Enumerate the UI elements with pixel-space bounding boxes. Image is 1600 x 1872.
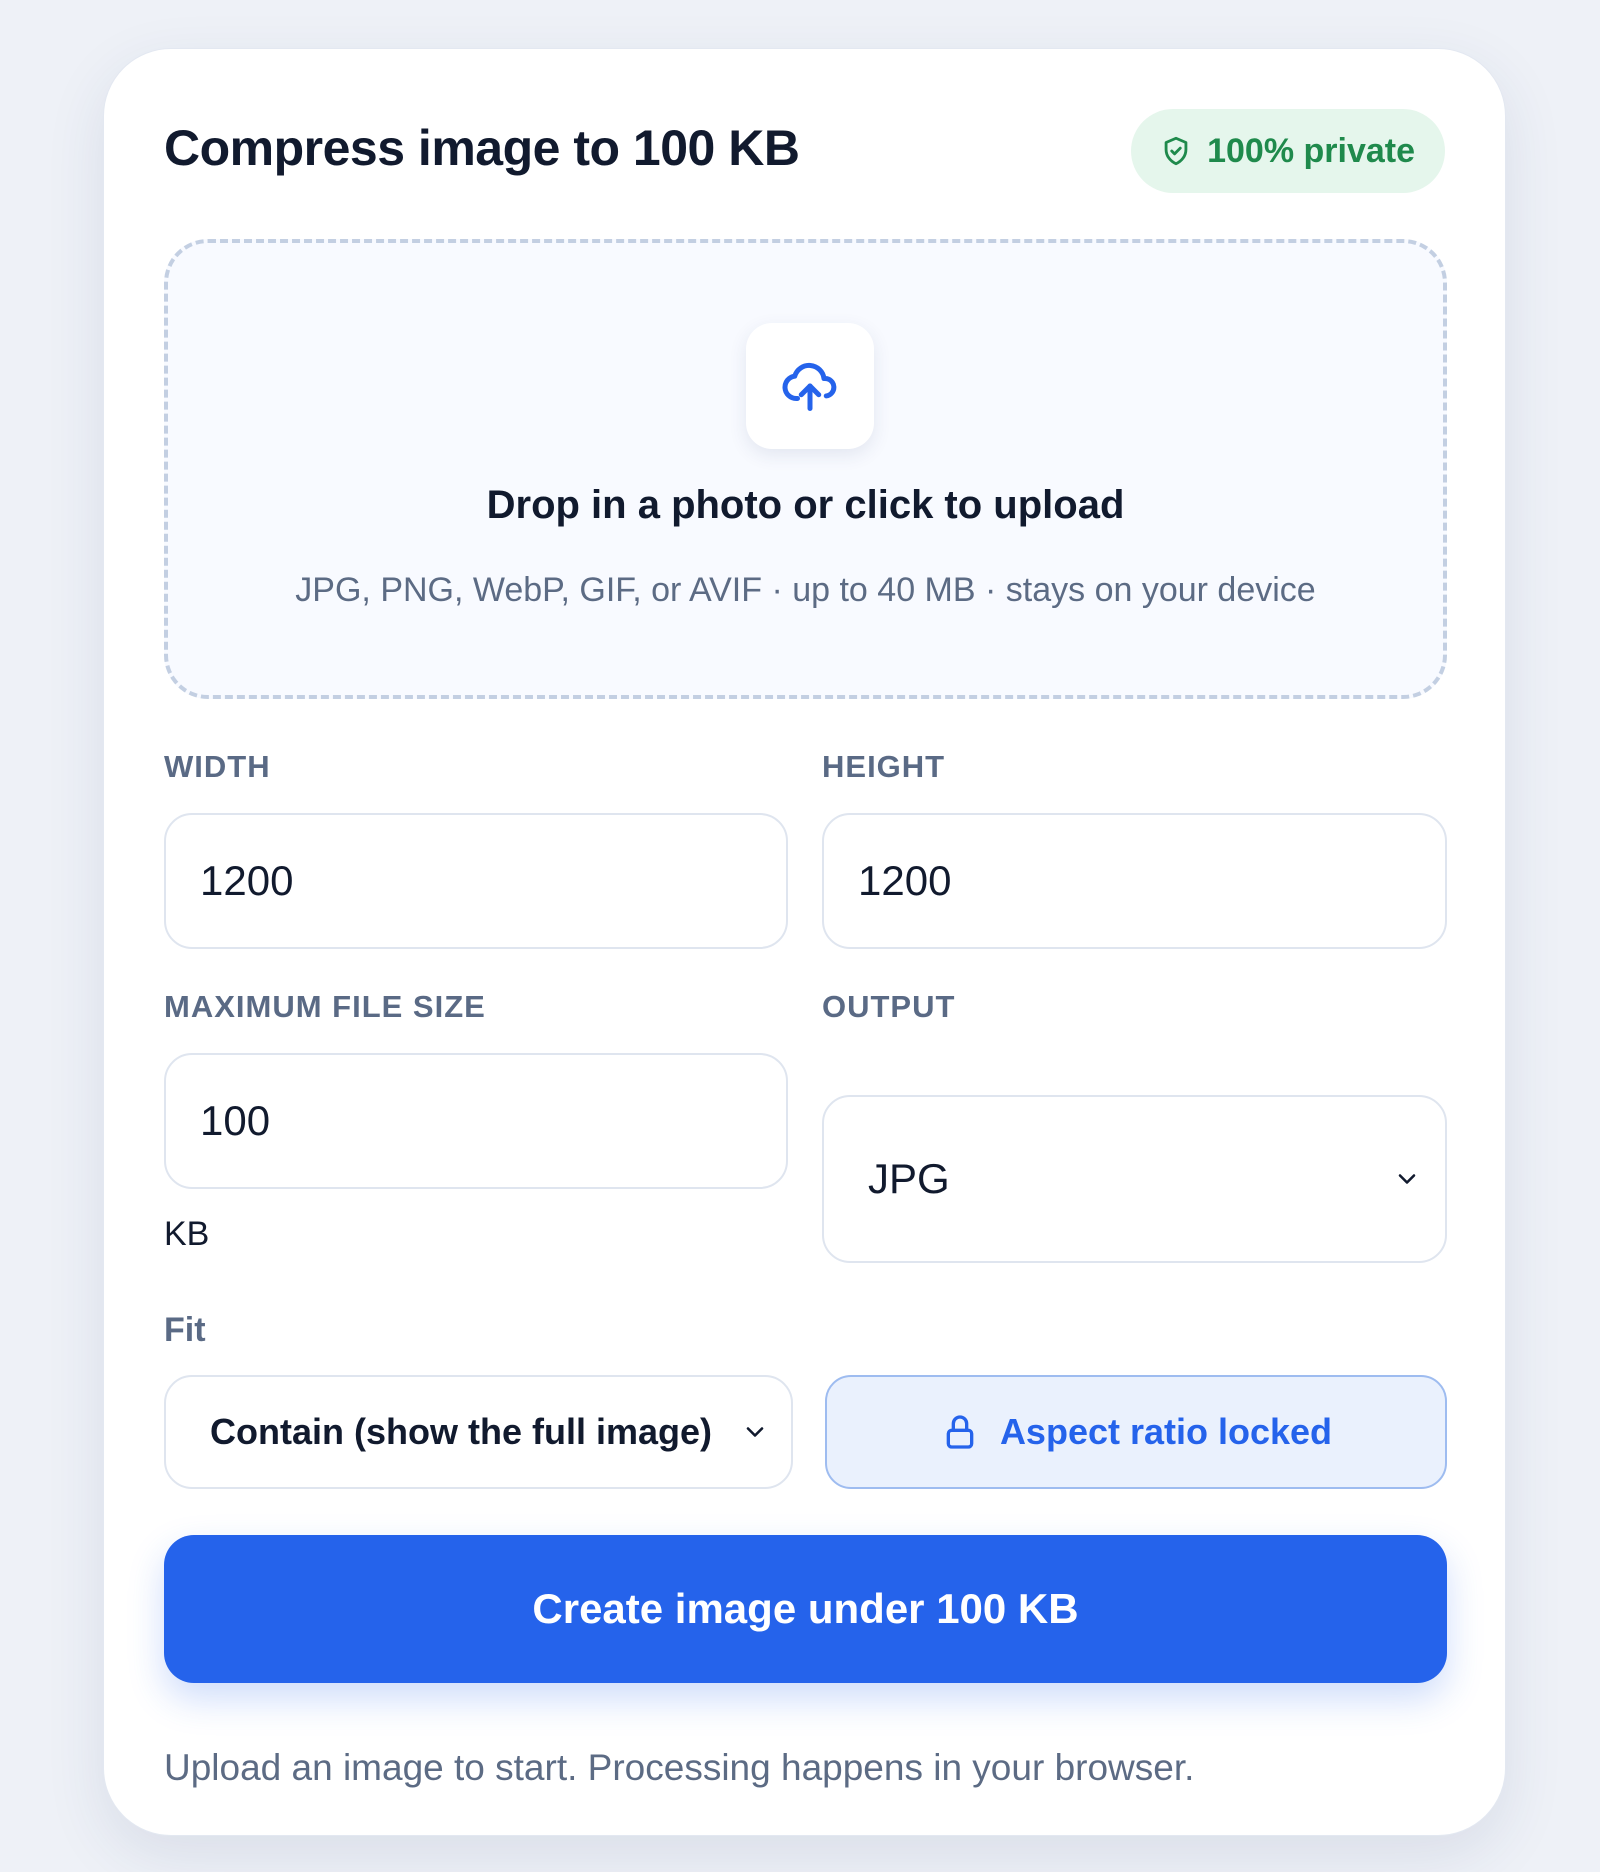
chevron-down-icon [1398,1174,1416,1184]
dropzone-title: Drop in a photo or click to upload [486,483,1125,527]
max-size-label: MAXIMUM FILE SIZE [164,989,486,1024]
max-size-input[interactable]: 100 [164,1053,788,1189]
width-value: 1200 [200,857,294,904]
max-size-value: 100 [200,1097,271,1144]
fit-label: Fit [164,1311,206,1349]
height-value: 1200 [858,857,952,904]
output-select[interactable]: JPG [822,1095,1447,1263]
chevron-down-icon [746,1427,764,1437]
create-image-button[interactable]: Create image under 100 KB [164,1535,1447,1683]
max-size-unit: KB [164,1215,210,1253]
fit-select[interactable]: Contain (show the full image) [164,1375,793,1489]
width-label: WIDTH [164,749,271,784]
shield-check-icon [1164,136,1188,166]
output-value: JPG [868,1155,950,1202]
output-label: OUTPUT [822,989,956,1024]
upload-dropzone[interactable]: Drop in a photo or click to upload JPG, … [164,239,1447,699]
fit-value: Contain (show the full image) [210,1411,712,1452]
dropzone-subtitle: JPG, PNG, WebP, GIF, or AVIF · up to 40 … [295,571,1316,609]
compress-card: Compress image to 100 KB 100% private Dr… [103,48,1506,1836]
width-input[interactable]: 1200 [164,813,788,949]
cloud-upload-icon [782,362,837,411]
status-text: Upload an image to start. Processing hap… [164,1747,1195,1788]
privacy-badge-label: 100% private [1207,131,1415,170]
page-title: Compress image to 100 KB [164,120,800,176]
create-image-button-label: Create image under 100 KB [532,1585,1079,1632]
lock-icon [946,1415,974,1449]
privacy-badge: 100% private [1131,109,1445,193]
aspect-ratio-lock-button[interactable]: Aspect ratio locked [825,1375,1447,1489]
upload-icon-box[interactable] [746,323,874,449]
height-input[interactable]: 1200 [822,813,1447,949]
height-label: HEIGHT [822,749,946,784]
aspect-ratio-lock-label: Aspect ratio locked [999,1411,1333,1452]
